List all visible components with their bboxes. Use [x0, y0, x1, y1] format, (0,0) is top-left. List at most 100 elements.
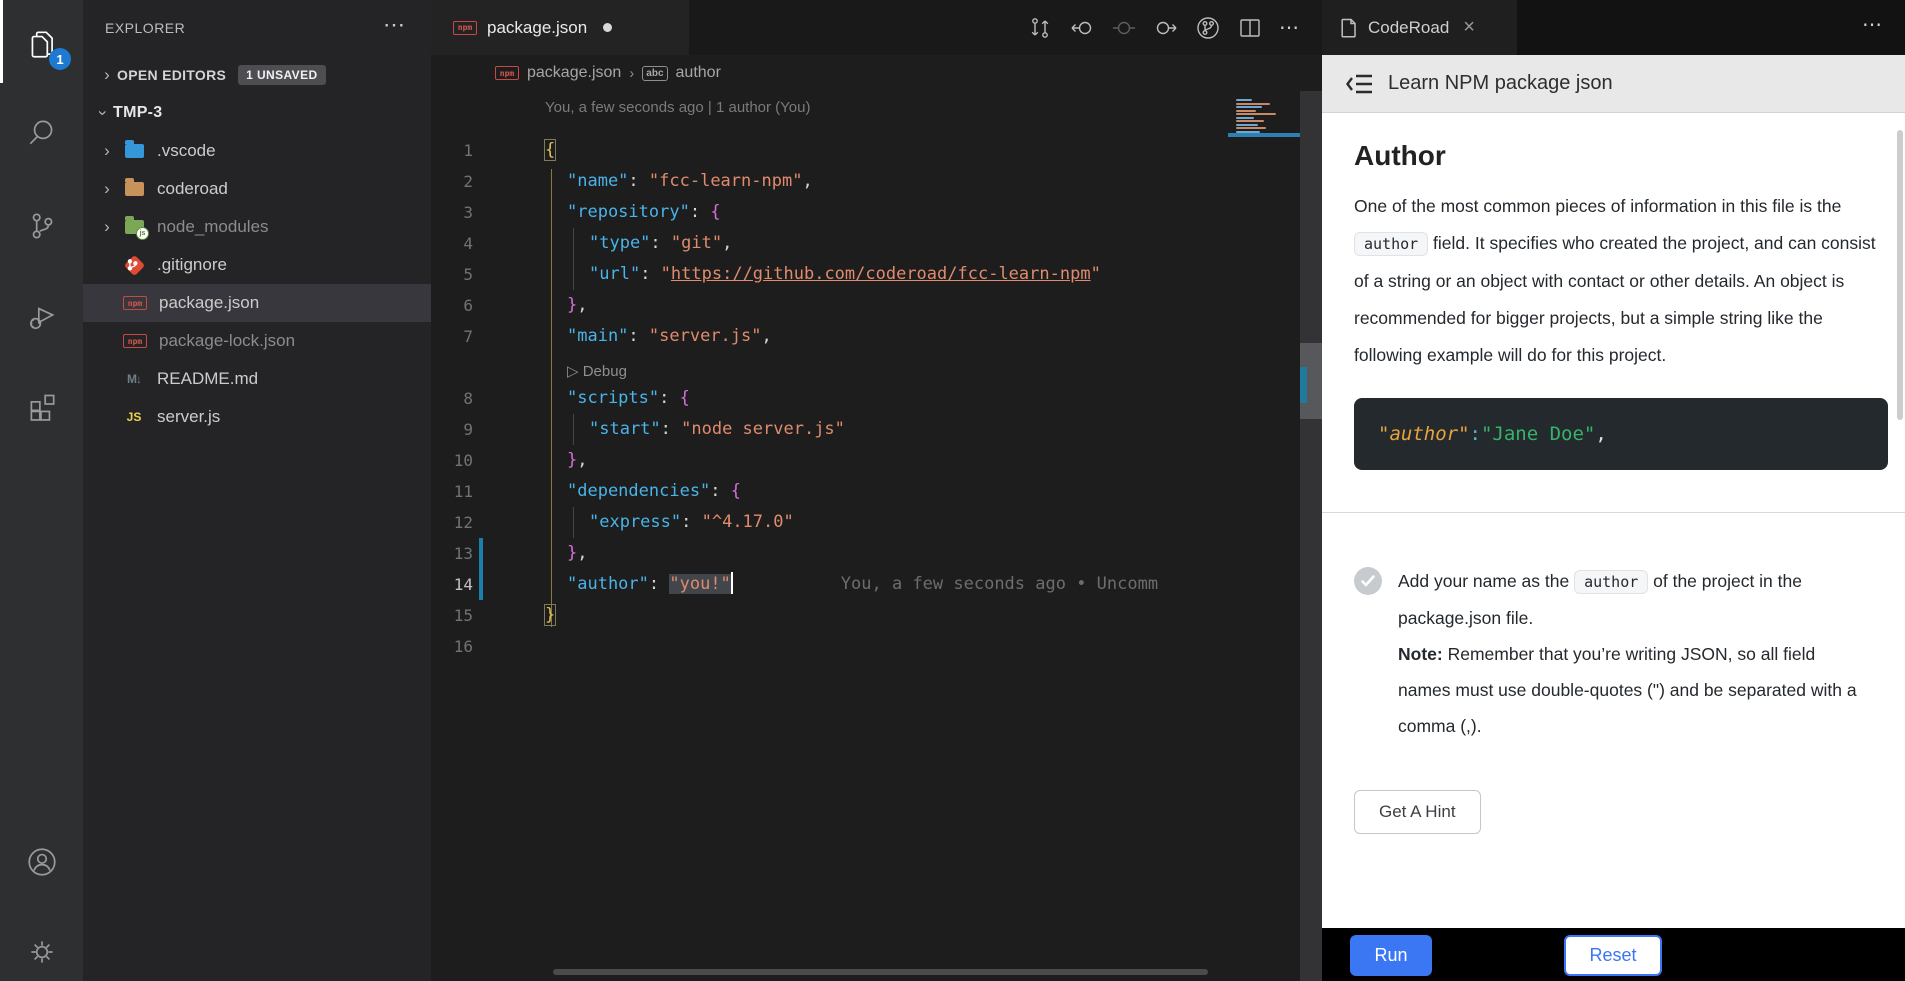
code-line-9[interactable]: 9"start": "node server.js"	[431, 414, 1322, 445]
split-editor-icon[interactable]	[1237, 15, 1263, 41]
code-line-16[interactable]: 16	[431, 631, 1322, 662]
change-marker-icon[interactable]	[1111, 15, 1137, 41]
explorer-more-actions[interactable]: ⋯	[383, 12, 405, 38]
file-row-server-js[interactable]: JSserver.js	[83, 398, 431, 436]
file-row--gitignore[interactable]: .gitignore	[83, 246, 431, 284]
file-icon	[1340, 18, 1358, 38]
horizontal-scrollbar[interactable]	[553, 969, 1208, 975]
code-line-4[interactable]: 4"type": "git",	[431, 228, 1322, 259]
file-row--vscode[interactable]: › .vscode	[83, 132, 431, 170]
coderoad-action-icon[interactable]	[1195, 15, 1221, 41]
next-change-icon[interactable]	[1153, 15, 1179, 41]
minimap-mark	[1236, 106, 1262, 108]
line-number: 3	[431, 197, 473, 228]
task-text: Add your name as the author of the proje…	[1398, 563, 1866, 744]
line-number: 6	[431, 290, 473, 321]
sidebar-item-explorer[interactable]: 1	[0, 6, 83, 82]
run-button[interactable]: Run	[1350, 935, 1432, 976]
accounts-button[interactable]	[0, 824, 83, 900]
javascript-icon: JS	[123, 408, 145, 426]
explorer-title: EXPLORER	[105, 20, 185, 36]
file-name: .vscode	[157, 141, 216, 161]
sidebar-item-extensions[interactable]	[0, 366, 83, 442]
code-line-8[interactable]: 8"scripts": {	[431, 383, 1322, 414]
get-a-hint-button[interactable]: Get A Hint	[1354, 790, 1481, 834]
unsaved-badge: 1 UNSAVED	[238, 65, 325, 85]
code-line-10[interactable]: 10},	[431, 445, 1322, 476]
breadcrumb-item-symbol[interactable]: author	[676, 64, 721, 82]
minimap-mark	[1236, 127, 1266, 129]
code-line-2[interactable]: 2"name": "fcc-learn-npm",	[431, 166, 1322, 197]
npm-file-icon: npm	[453, 21, 477, 35]
code-line-7[interactable]: 7"main": "server.js",	[431, 321, 1322, 352]
gitlens-file-blame[interactable]: You, a few seconds ago | 1 author (You)	[545, 99, 810, 116]
code-line-11[interactable]: 11"dependencies": {	[431, 476, 1322, 507]
editor-group: npm package.json	[431, 0, 1322, 981]
panel-scrollbar[interactable]	[1897, 130, 1903, 420]
sidebar-item-search[interactable]	[0, 94, 83, 170]
code-line-6[interactable]: 6},	[431, 290, 1322, 321]
line-number: 12	[431, 507, 473, 538]
editor-more-actions[interactable]: ⋯	[1279, 15, 1300, 40]
file-name: node_modules	[157, 217, 269, 237]
previous-change-icon[interactable]	[1069, 15, 1095, 41]
code-editor[interactable]: You, a few seconds ago | 1 author (You) …	[431, 91, 1322, 981]
gear-icon	[25, 935, 59, 969]
minimap[interactable]	[1236, 99, 1302, 138]
file-row-package-lock-json[interactable]: npmpackage-lock.json	[83, 322, 431, 360]
file-row-node-modules[interactable]: ›jsnode_modules	[83, 208, 431, 246]
file-row-coderoad[interactable]: ›coderoad	[83, 170, 431, 208]
minimap-mark	[1236, 120, 1264, 122]
overview-ruler-modified-mark	[1300, 367, 1307, 403]
tab-coderoad[interactable]: CodeRoad ×	[1322, 0, 1517, 55]
file-row-package-json[interactable]: npmpackage.json	[83, 284, 431, 322]
chevron-right-icon: ›	[97, 179, 117, 199]
line-number: 15	[431, 600, 473, 631]
code-line-12[interactable]: 12"express": "^4.17.0"	[431, 507, 1322, 538]
close-icon[interactable]: ×	[1463, 16, 1475, 39]
tab-label: package.json	[487, 18, 587, 38]
code-line-3[interactable]: 3"repository": {	[431, 197, 1322, 228]
settings-button[interactable]	[0, 914, 83, 981]
open-editors-label: OPEN EDITORS	[117, 67, 226, 83]
code-line-13[interactable]: 13},	[431, 538, 1322, 569]
modified-line-indicator	[479, 569, 483, 600]
chevron-right-icon: ›	[97, 141, 117, 161]
extensions-icon	[25, 387, 59, 421]
lesson-heading: Author	[1354, 140, 1885, 172]
modified-dot-icon[interactable]	[603, 23, 612, 32]
panel-more-actions[interactable]: ⋯	[1862, 12, 1883, 37]
search-icon	[25, 115, 59, 149]
code-line-14[interactable]: 14"author": "you!"You, a few seconds ago…	[431, 569, 1322, 600]
sidebar-item-source-control[interactable]	[0, 188, 83, 264]
file-name: package.json	[159, 293, 259, 313]
code-line-1[interactable]: 1{	[431, 135, 1322, 166]
file-row-readme-md[interactable]: M↓README.md	[83, 360, 431, 398]
example-code-block: "author": "Jane Doe",	[1354, 398, 1888, 470]
back-to-lessons-icon[interactable]	[1346, 71, 1374, 97]
line-number: 14	[431, 569, 473, 600]
code-line-5[interactable]: 5"url": "https://github.com/coderoad/fcc…	[431, 259, 1322, 290]
file-tree: ›.vscode›coderoad›jsnode_modules.gitigno…	[83, 132, 431, 436]
breadcrumb-item-file[interactable]: package.json	[527, 64, 621, 82]
open-changes-icon[interactable]	[1027, 15, 1053, 41]
file-name: .gitignore	[157, 255, 227, 275]
node-modules-folder-icon: js	[123, 218, 145, 236]
editor-tab-bar: npm package.json	[431, 0, 1322, 55]
symbol-string-icon: abc	[642, 66, 667, 81]
vertical-scrollbar[interactable]	[1300, 91, 1322, 981]
tutorial-content: Author One of the most common pieces of …	[1322, 114, 1905, 928]
reset-button[interactable]: Reset	[1564, 935, 1662, 976]
modified-line-indicator	[479, 538, 483, 569]
minimap-mark	[1236, 117, 1254, 119]
minimap-current-line	[1228, 133, 1306, 137]
sidebar-item-run-and-debug[interactable]	[0, 278, 83, 354]
line-number: 13	[431, 538, 473, 569]
workspace-root-folder[interactable]: › TMP-3	[83, 94, 431, 132]
task-check-icon	[1354, 567, 1382, 595]
tab-package-json[interactable]: npm package.json	[431, 0, 689, 55]
codelens-debug[interactable]: ▷ Debug	[431, 352, 1322, 383]
open-editors-section[interactable]: › OPEN EDITORS 1 UNSAVED	[83, 56, 431, 94]
code-line-15[interactable]: 15}	[431, 600, 1322, 631]
text-cursor	[731, 572, 733, 594]
